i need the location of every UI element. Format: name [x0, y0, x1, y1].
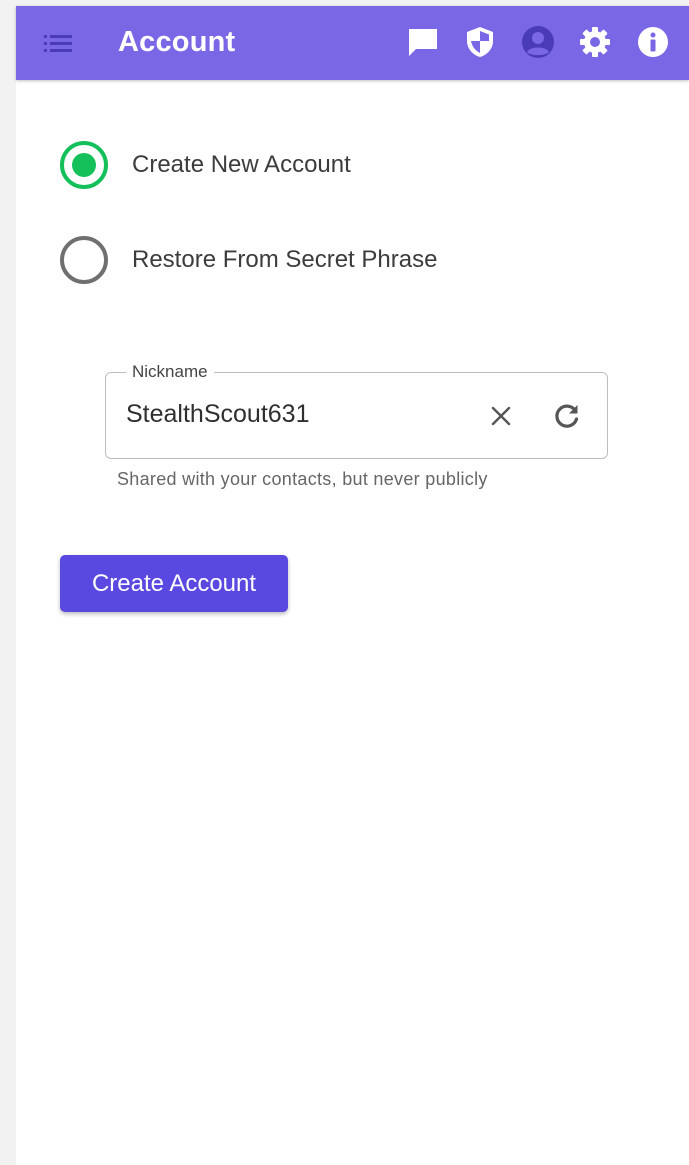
radio-button-selected[interactable]: [60, 141, 108, 189]
settings-gear-icon[interactable]: [578, 25, 612, 59]
radio-create-new-account[interactable]: Create New Account: [60, 138, 580, 192]
chat-icon[interactable]: [406, 25, 440, 59]
nickname-label: Nickname: [126, 362, 214, 382]
account-page: Account Create New Account Restore From …: [16, 6, 689, 1165]
nickname-helper-text: Shared with your contacts, but never pub…: [117, 469, 488, 489]
nickname-input[interactable]: [126, 400, 456, 429]
refresh-icon[interactable]: [551, 400, 583, 432]
radio-label-create: Create New Account: [132, 151, 351, 178]
radio-button-unselected[interactable]: [60, 236, 108, 284]
clear-icon[interactable]: [486, 401, 516, 431]
app-bar: Account: [16, 6, 689, 80]
info-icon[interactable]: [636, 25, 670, 59]
page-title: Account: [118, 26, 236, 58]
create-account-button[interactable]: Create Account: [60, 555, 288, 612]
account-circle-icon[interactable]: [521, 25, 555, 59]
menu-icon[interactable]: [42, 32, 76, 54]
nickname-field: Nickname: [105, 362, 608, 459]
radio-label-restore: Restore From Secret Phrase: [132, 246, 438, 273]
radio-restore-from-secret-phrase[interactable]: Restore From Secret Phrase: [60, 233, 580, 287]
shield-icon[interactable]: [463, 25, 497, 59]
